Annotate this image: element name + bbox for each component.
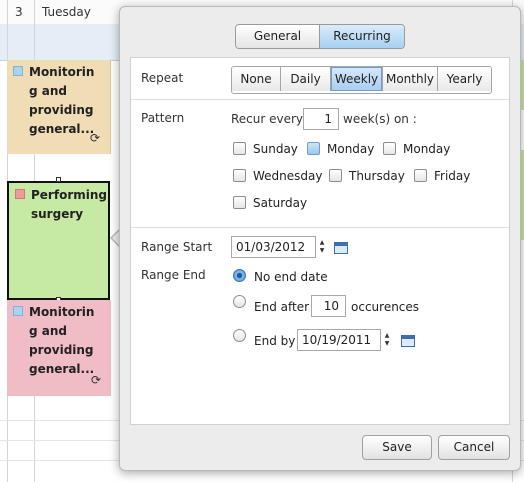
end-by-date-input[interactable]: 10/19/2011 <box>297 329 381 351</box>
cancel-button[interactable]: Cancel <box>438 435 510 460</box>
thursday-checkbox[interactable] <box>329 169 342 182</box>
day-number: 3 <box>15 5 23 19</box>
appointment-subject: Monitorin g and providing general... <box>29 305 95 376</box>
calendar-icon[interactable] <box>334 242 348 254</box>
pattern-label: Pattern <box>141 111 185 125</box>
saturday-label: Saturday <box>253 196 308 210</box>
resize-handle-top[interactable] <box>56 177 61 182</box>
repeat-label: Repeat <box>141 71 184 85</box>
day-name: Tuesday <box>42 5 91 19</box>
appointment-subject: Monitorin g and providing general... <box>29 65 95 136</box>
thursday-label: Thursday <box>349 169 405 183</box>
friday-checkbox[interactable] <box>414 169 427 182</box>
repeat-monthly-button[interactable]: Monthly <box>383 67 438 91</box>
end-after-count-input[interactable]: 10 <box>311 295 346 317</box>
weeks-on-label: week(s) on : <box>343 112 417 126</box>
repeat-yearly-button[interactable]: Yearly <box>438 67 491 91</box>
category-flag <box>13 306 23 316</box>
appointment-monitoring-2[interactable]: Monitorin g and providing general... ⟳ <box>7 300 111 396</box>
wednesday-label: Wednesday <box>253 169 323 183</box>
category-flag <box>15 189 25 199</box>
monday-label: Monday <box>327 142 375 156</box>
range-start-stepper[interactable]: ▲ ▼ <box>318 239 326 255</box>
sunday-label: Sunday <box>253 142 298 156</box>
range-end-label: Range End <box>141 268 206 282</box>
wednesday-checkbox[interactable] <box>233 169 246 182</box>
save-button[interactable]: Save <box>362 435 432 460</box>
repeat-weekly-button[interactable]: Weekly <box>331 67 383 91</box>
appointment-performing-surgery[interactable]: Performing surgery <box>7 181 110 300</box>
end-by-radio[interactable] <box>233 329 246 342</box>
end-after-label: End after <box>254 300 310 314</box>
section-divider <box>131 227 509 228</box>
range-start-date-input[interactable]: 01/03/2012 <box>231 236 316 258</box>
no-end-date-label: No end date <box>254 270 328 284</box>
appointment-monitoring-1[interactable]: Monitorin g and providing general... ⟳ <box>7 60 111 154</box>
repeat-daily-button[interactable]: Daily <box>281 67 331 91</box>
saturday-checkbox[interactable] <box>233 196 246 209</box>
tab-recurring[interactable]: Recurring <box>320 25 404 48</box>
no-end-date-radio[interactable] <box>233 269 246 282</box>
monday-checkbox[interactable] <box>307 142 320 155</box>
range-start-label: Range Start <box>141 240 213 254</box>
tab-general[interactable]: General <box>236 25 320 48</box>
friday-label: Friday <box>434 169 471 183</box>
repeat-none-button[interactable]: None <box>232 67 281 91</box>
occurrences-label: occurences <box>351 300 420 314</box>
tuesday-checkbox[interactable] <box>383 142 396 155</box>
appointment-subject: Performing surgery <box>31 188 107 221</box>
calendar-icon[interactable] <box>401 335 415 347</box>
recur-every-label: Recur every <box>231 112 304 126</box>
recurrence-icon: ⟳ <box>89 131 100 145</box>
category-flag <box>13 66 23 76</box>
end-after-radio[interactable] <box>233 295 246 308</box>
end-by-label: End by <box>254 334 296 348</box>
recurrence-panel: Repeat None Daily Weekly Monthly Yearly … <box>130 57 510 425</box>
tuesday-label: Monday <box>403 142 451 156</box>
end-by-stepper[interactable]: ▲ ▼ <box>383 332 391 348</box>
recurrence-icon: ⟳ <box>90 373 101 387</box>
dialog-tabs: General Recurring <box>235 24 405 49</box>
sunday-checkbox[interactable] <box>233 142 246 155</box>
section-divider <box>131 99 509 100</box>
appointment-edit-popup: General Recurring Repeat None Daily Week… <box>119 6 521 471</box>
recur-every-input[interactable]: 1 <box>303 108 339 130</box>
repeat-segmented-control: None Daily Weekly Monthly Yearly <box>231 66 492 94</box>
